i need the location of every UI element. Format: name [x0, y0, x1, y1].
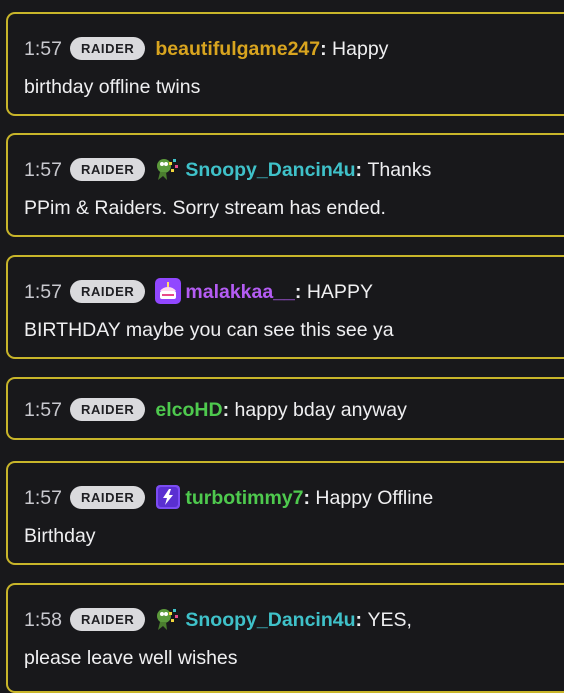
- message-text-continued: birthday offline twins: [24, 76, 201, 98]
- message-text: Happy: [332, 38, 389, 60]
- timestamp: 1:57: [24, 38, 62, 60]
- message-text-continued: please leave well wishes: [24, 647, 238, 669]
- chat-log: 1:57 RAIDER beautifulgame247: Happy birthd…: [0, 0, 564, 693]
- chat-message: 1:57 RAIDER elcoHD: happy bday anyway: [6, 377, 564, 440]
- raider-badge[interactable]: RAIDER: [69, 37, 146, 60]
- message-header-line: 1:57 RAIDER beautifulgame247: Happy: [24, 30, 564, 68]
- message-header-line: 1:57 RAIDER turbotimmy7: Happy Offline: [24, 479, 564, 517]
- dancing-frog-emote-icon[interactable]: [155, 606, 181, 632]
- username[interactable]: Snoopy_Dancin4u: [185, 609, 355, 631]
- chat-message: 1:57 RAIDER turbotimmy7: Happy Offline Bir…: [6, 461, 564, 565]
- timestamp: 1:58: [24, 609, 62, 631]
- message-text: Thanks: [367, 159, 432, 181]
- timestamp: 1:57: [24, 399, 62, 421]
- message-text: happy bday anyway: [234, 399, 407, 421]
- username[interactable]: elcoHD: [155, 399, 222, 421]
- message-text-continued: BIRTHDAY maybe you can see this see ya: [24, 319, 394, 341]
- message-text: Happy Offline: [315, 487, 434, 509]
- message-text: YES,: [367, 609, 412, 631]
- raider-badge[interactable]: RAIDER: [69, 486, 146, 509]
- message-text: HAPPY: [306, 281, 373, 303]
- turbo-bolt-badge-icon[interactable]: [155, 484, 181, 510]
- message-header-line: 1:57 RAIDER elcoHD: happy bday anyway: [24, 391, 564, 429]
- separator-colon: :: [320, 38, 333, 60]
- raider-badge[interactable]: RAIDER: [69, 608, 146, 631]
- separator-colon: :: [303, 487, 316, 509]
- message-header-line: 1:57 RAIDER malakkaa__: HAPPY: [24, 273, 564, 311]
- message-header-line: 1:58 RAIDER Snoopy_Dancin4u: YES,: [24, 601, 564, 639]
- message-text-continued: Birthday: [24, 525, 96, 547]
- separator-colon: :: [355, 159, 368, 181]
- raider-badge[interactable]: RAIDER: [69, 280, 146, 303]
- birthday-cake-badge-icon[interactable]: [155, 278, 182, 304]
- message-text-continued: PPim & Raiders. Sorry stream has ended.: [24, 197, 386, 219]
- separator-colon: :: [355, 609, 368, 631]
- chat-message: 1:57 RAIDER Snoopy_Dancin4u: Thanks PPim &…: [6, 133, 564, 237]
- username[interactable]: turbotimmy7: [185, 487, 303, 509]
- chat-message: 1:57 RAIDER beautifulgame247: Happy birthd…: [6, 12, 564, 116]
- separator-colon: :: [294, 281, 307, 303]
- username[interactable]: Snoopy_Dancin4u: [185, 159, 355, 181]
- message-header-line: 1:57 RAIDER Snoopy_Dancin4u: Thanks: [24, 151, 564, 189]
- dancing-frog-emote-icon[interactable]: [155, 156, 181, 182]
- username[interactable]: malakkaa__: [185, 281, 295, 303]
- timestamp: 1:57: [24, 159, 62, 181]
- raider-badge[interactable]: RAIDER: [69, 158, 146, 181]
- separator-colon: :: [222, 399, 235, 421]
- timestamp: 1:57: [24, 281, 62, 303]
- chat-message: 1:58 RAIDER Snoopy_Dancin4u: YES, please l…: [6, 583, 564, 693]
- chat-message: 1:57 RAIDER malakkaa__: HAPPY BIRTHDAY may…: [6, 255, 564, 359]
- username[interactable]: beautifulgame247: [155, 38, 320, 60]
- raider-badge[interactable]: RAIDER: [69, 398, 146, 421]
- timestamp: 1:57: [24, 487, 62, 509]
